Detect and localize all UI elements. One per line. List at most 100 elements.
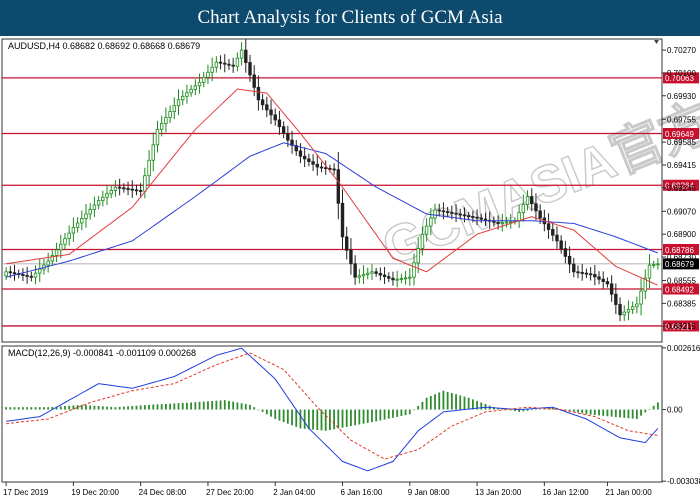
macd-histogram-bar	[383, 409, 386, 420]
candle-body	[185, 92, 189, 97]
macd-histogram-bar	[408, 409, 411, 415]
macd-histogram-bar	[312, 409, 314, 430]
time-tick-label: 16 Jan 12:00	[542, 488, 589, 497]
candle-body	[29, 275, 34, 278]
candle-body	[298, 150, 303, 157]
macd-histogram-bar	[539, 408, 542, 410]
candle-body	[311, 161, 315, 165]
candle-body	[559, 240, 563, 250]
candle-body	[126, 188, 130, 190]
candle-body	[168, 111, 172, 118]
candle-body	[206, 71, 210, 78]
candle-body	[223, 62, 227, 65]
macd-histogram-bar	[568, 409, 571, 411]
macd-histogram-bar	[135, 405, 138, 410]
candle-body	[509, 221, 513, 223]
candle-body	[248, 62, 252, 76]
candle-body	[46, 260, 50, 266]
macd-histogram-bar	[320, 409, 323, 431]
candle-body	[315, 163, 319, 168]
macd-histogram-bar	[602, 409, 605, 416]
macd-histogram-bar	[341, 409, 344, 428]
macd-histogram-bar	[286, 409, 289, 424]
macd-histogram-bar	[160, 404, 163, 410]
candle-body	[164, 117, 168, 124]
candle-body	[647, 264, 652, 279]
time-tick-label: 27 Dec 20:00	[206, 488, 254, 497]
macd-histogram-bar	[316, 409, 319, 430]
candle-body	[424, 225, 429, 235]
macd-histogram-bar	[345, 409, 348, 427]
chart-area[interactable]: GCMASIA官方授权 0.700630.696490.692640.68786…	[0, 36, 700, 500]
candle-body	[588, 273, 593, 276]
candle-body	[525, 196, 530, 206]
candle-body	[605, 281, 610, 285]
macd-histogram-bar	[177, 403, 180, 410]
macd-histogram-bar	[572, 409, 575, 412]
candle-body	[302, 155, 307, 160]
candle-body	[113, 186, 118, 191]
candle-body	[597, 276, 601, 280]
candle-body	[572, 263, 576, 273]
candle-body	[458, 213, 462, 216]
candle-body	[54, 249, 59, 256]
candle-body	[445, 211, 450, 213]
candle-body	[584, 272, 589, 275]
macd-histogram-bar	[446, 391, 449, 410]
macd-histogram-bar	[324, 409, 327, 431]
macd-tick-label: 0.00	[667, 406, 683, 415]
current-price-label: 0.68679	[665, 260, 694, 269]
macd-histogram-bar	[375, 409, 378, 422]
candle-body	[412, 262, 416, 278]
macd-histogram-bar	[366, 409, 369, 423]
candle-body	[408, 276, 412, 279]
macd-histogram-bar	[387, 409, 390, 419]
time-tick-label: 9 Jan 08:00	[408, 488, 450, 497]
candle-body	[33, 272, 38, 278]
time-tick-label: 13 Jan 20:00	[475, 488, 522, 497]
candle-body	[567, 255, 572, 265]
candle-body	[651, 264, 656, 266]
candle-body	[286, 132, 290, 141]
macd-histogram-bar	[480, 402, 483, 410]
candle-body	[147, 159, 151, 177]
macd-histogram-bar	[169, 403, 172, 410]
macd-histogram-bar	[656, 402, 659, 410]
candle-body	[374, 271, 378, 274]
price-tick-label: 0.68900	[667, 230, 696, 239]
macd-histogram-bar	[114, 407, 117, 410]
candle-body	[345, 236, 349, 251]
macd-histogram-bar	[535, 409, 537, 411]
macd-histogram-bar	[589, 409, 592, 415]
macd-histogram-bar	[9, 407, 12, 410]
macd-histogram-bar	[127, 406, 129, 410]
candle-body	[117, 186, 122, 189]
macd-histogram-bar	[438, 392, 441, 410]
candle-body	[630, 306, 635, 310]
price-tick-label: 0.69585	[667, 138, 696, 147]
candle-body	[336, 169, 341, 204]
time-tick-label: 2 Jan 04:00	[273, 488, 315, 497]
candle-body	[323, 167, 328, 170]
macd-histogram-bar	[106, 406, 108, 410]
candle-body	[159, 123, 164, 130]
price-tick-label: 0.69755	[667, 115, 696, 124]
macd-histogram-bar	[68, 405, 71, 410]
macd-histogram-bar	[34, 407, 37, 410]
candle-body	[92, 204, 97, 210]
macd-histogram-bar	[265, 409, 268, 415]
price-tick-label: 0.69930	[667, 92, 696, 101]
macd-histogram-bar	[619, 409, 621, 418]
macd-histogram-bar	[463, 396, 466, 410]
macd-histogram-bar	[30, 407, 33, 410]
candle-body	[530, 196, 534, 205]
macd-histogram-bar	[467, 397, 470, 410]
macd-histogram-bar	[219, 400, 222, 410]
macd-histogram-bar	[257, 409, 260, 411]
candle-body	[454, 212, 458, 215]
candle-body	[88, 209, 92, 215]
candle-body	[609, 283, 614, 295]
macd-histogram-bar	[240, 403, 243, 410]
candle-body	[353, 263, 357, 278]
candle-body	[235, 57, 240, 67]
